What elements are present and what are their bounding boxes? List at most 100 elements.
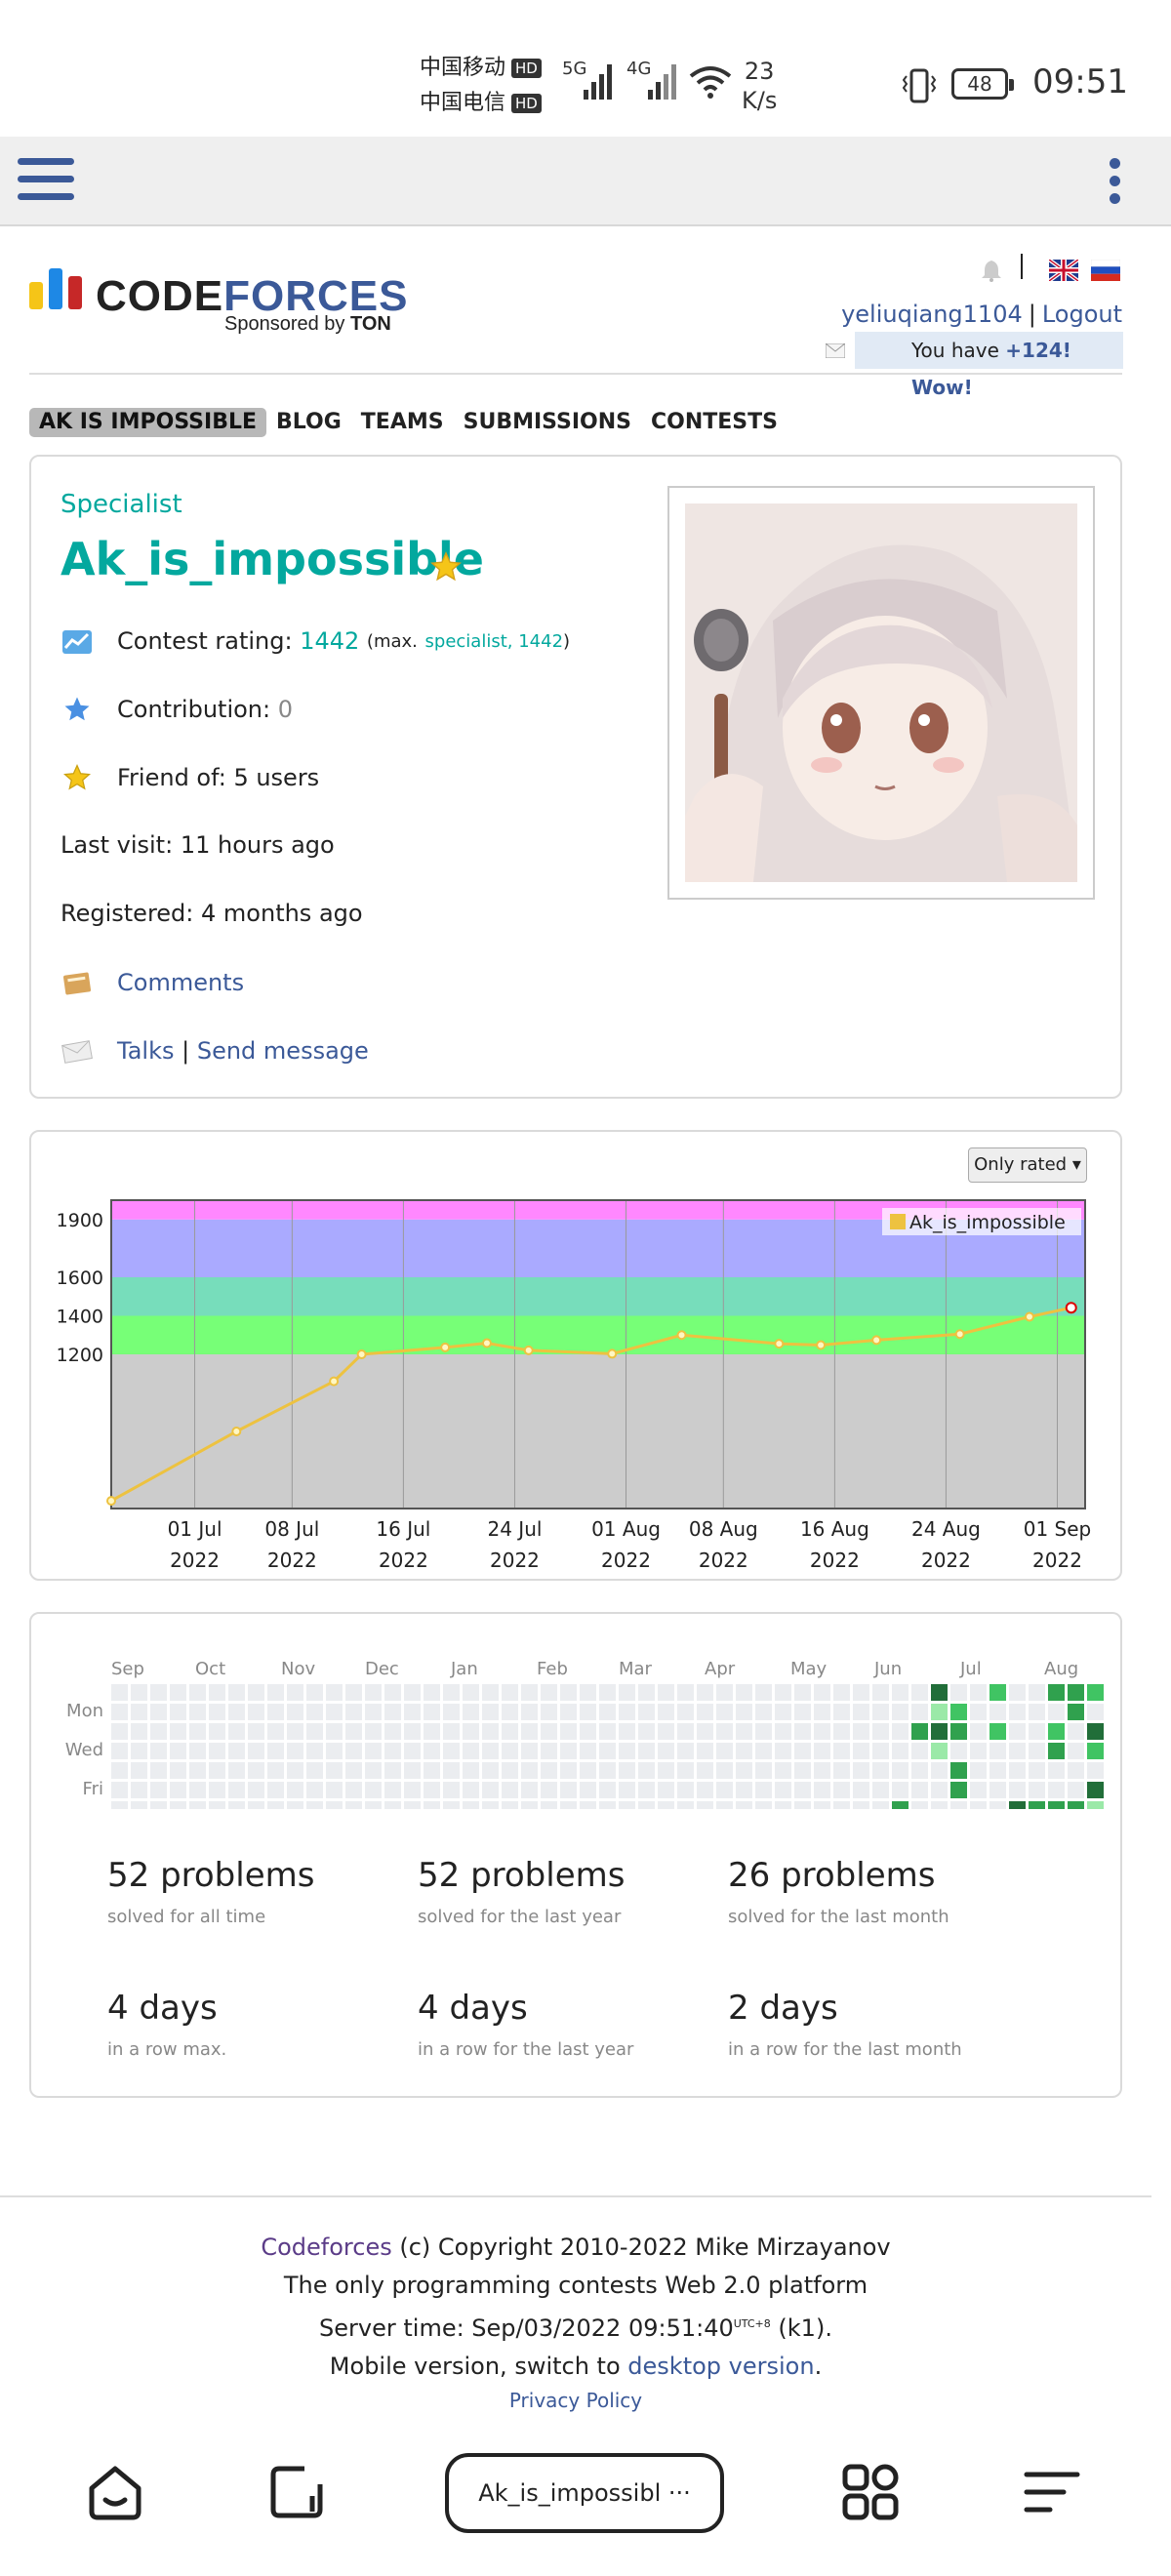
- nav-item-blog[interactable]: BLOG: [266, 408, 351, 437]
- tabs-icon[interactable]: [265, 2461, 328, 2523]
- logo-bars-icon: [29, 268, 82, 309]
- heatmap-cell: [1048, 1762, 1065, 1779]
- grid-apps-icon[interactable]: [839, 2461, 902, 2523]
- x-tick-label: 24 Aug: [911, 1517, 981, 1541]
- menu-lines-icon[interactable]: [1021, 2461, 1083, 2523]
- friend-star-icon: [62, 763, 92, 790]
- heatmap-cell: [619, 1684, 635, 1701]
- heatmap-cell: [814, 1704, 830, 1720]
- heatmap-cell: [580, 1743, 596, 1759]
- nav-item-teams[interactable]: TEAMS: [351, 408, 454, 437]
- avatar[interactable]: [685, 503, 1077, 882]
- nav-item-profile[interactable]: AK IS IMPOSSIBLE: [29, 408, 267, 437]
- heatmap-cell: [1029, 1704, 1045, 1720]
- heatmap-cell: [1048, 1684, 1065, 1701]
- privacy-policy-link[interactable]: Privacy Policy: [0, 2386, 1151, 2415]
- heatmap-cell: [170, 1684, 186, 1701]
- heatmap-cell: [755, 1704, 772, 1720]
- heatmap-cell: [1029, 1684, 1045, 1701]
- heatmap-cell: [560, 1743, 577, 1759]
- rating-point: [329, 1376, 340, 1387]
- heatmap-cell: [502, 1723, 518, 1740]
- heatmap-cell: [872, 1762, 889, 1779]
- heatmap-cell: [677, 1782, 694, 1798]
- x-tick-year: 2022: [1032, 1549, 1082, 1572]
- rating-chart-card: Only rated ▾ 01 Jul 2022 08 Jul 2022 16 Jul 2…: [29, 1130, 1122, 1581]
- heatmap-cell: [404, 1723, 421, 1740]
- heatmap-cell: [872, 1684, 889, 1701]
- heatmap-cell: [853, 1704, 869, 1720]
- heatmap-cell: [970, 1723, 987, 1740]
- heatmap-cell: [892, 1704, 909, 1720]
- send-message-link[interactable]: Send message: [197, 1037, 369, 1065]
- heatmap-cell: [150, 1782, 167, 1798]
- logout-link[interactable]: Logout: [1042, 301, 1122, 328]
- heatmap-cell: [814, 1743, 830, 1759]
- heatmap-cell: [911, 1704, 928, 1720]
- heatmap-cell: [1009, 1723, 1026, 1740]
- heatmap-cell: [716, 1704, 733, 1720]
- heatmap-cell: [677, 1704, 694, 1720]
- heatmap-cell: [267, 1723, 284, 1740]
- heatmap-cell: [1068, 1782, 1084, 1798]
- heatmap-cell: [833, 1684, 850, 1701]
- heatmap-cell: [424, 1684, 440, 1701]
- bell-icon[interactable]: [981, 259, 1002, 282]
- heatmap-cell: [697, 1782, 713, 1798]
- current-tab-pill[interactable]: Ak_is_impossibl ···: [445, 2453, 724, 2533]
- heatmap-cell: [131, 1762, 147, 1779]
- heatmap-cell: [1029, 1723, 1045, 1740]
- heatmap-cell: [1068, 1743, 1084, 1759]
- heatmap-cell: [619, 1782, 635, 1798]
- heatmap-cell: [911, 1801, 928, 1809]
- hd-badge: HD: [511, 59, 542, 78]
- last-visit-row: Last visit: 11 hours ago: [61, 831, 335, 859]
- heatmap-cell: [502, 1782, 518, 1798]
- heatmap-cell: [560, 1801, 577, 1809]
- y-tick-label: 1600: [57, 1268, 103, 1289]
- heatmap-cell: [463, 1704, 479, 1720]
- russian-flag-icon[interactable]: [1091, 260, 1120, 281]
- desktop-version-link[interactable]: desktop version: [627, 2353, 814, 2380]
- month-label: Aug: [1044, 1659, 1078, 1679]
- heatmap-cell: [950, 1782, 967, 1798]
- comments-link[interactable]: Comments: [117, 969, 244, 996]
- rating-point: [871, 1335, 882, 1346]
- heatmap-cell: [521, 1743, 538, 1759]
- nav-item-contests[interactable]: CONTESTS: [641, 408, 787, 437]
- talks-link[interactable]: Talks: [117, 1037, 174, 1065]
- heatmap-cell: [697, 1762, 713, 1779]
- friend-row: Friend of: 5 users: [61, 763, 319, 792]
- heatmap-cell: [228, 1723, 245, 1740]
- month-label: Feb: [537, 1659, 568, 1679]
- codeforces-logo[interactable]: CODEFORCES Sponsored by TON: [29, 268, 407, 337]
- home-icon[interactable]: [84, 2461, 146, 2523]
- heatmap-cell: [541, 1704, 557, 1720]
- heatmap-cell: [814, 1801, 830, 1809]
- username-link[interactable]: yeliuqiang1104: [841, 301, 1023, 328]
- menu-icon[interactable]: [18, 158, 74, 207]
- heatmap-cell: [131, 1704, 147, 1720]
- heatmap-cell: [560, 1782, 577, 1798]
- heatmap-cell: [716, 1782, 733, 1798]
- heatmap-cell: [599, 1801, 616, 1809]
- hd-badge: HD: [511, 94, 542, 113]
- codeforces-footer-link[interactable]: Codeforces: [261, 2234, 391, 2261]
- mobile-version-line: Mobile version, switch to desktop versio…: [329, 2353, 823, 2380]
- heatmap-cell: [267, 1704, 284, 1720]
- nav-item-submissions[interactable]: SUBMISSIONS: [454, 408, 641, 437]
- heatmap-cell: [502, 1801, 518, 1809]
- heatmap-cell: [989, 1782, 1006, 1798]
- english-flag-icon[interactable]: [1049, 260, 1078, 281]
- heatmap-cell: [521, 1801, 538, 1809]
- month-label: Jan: [450, 1659, 478, 1679]
- heatmap-cell: [384, 1743, 401, 1759]
- heatmap-cell: [111, 1684, 128, 1701]
- more-options-icon[interactable]: [1105, 158, 1124, 213]
- heatmap-cell: [111, 1704, 128, 1720]
- notification-count[interactable]: +124!: [1005, 339, 1071, 362]
- x-tick-label: 16 Aug: [800, 1517, 869, 1541]
- stat-streak-year: 4 days in a row for the last year: [418, 1989, 634, 2060]
- heatmap-cell: [892, 1801, 909, 1809]
- notification-banner[interactable]: You have +124! Wow!: [826, 332, 1123, 399]
